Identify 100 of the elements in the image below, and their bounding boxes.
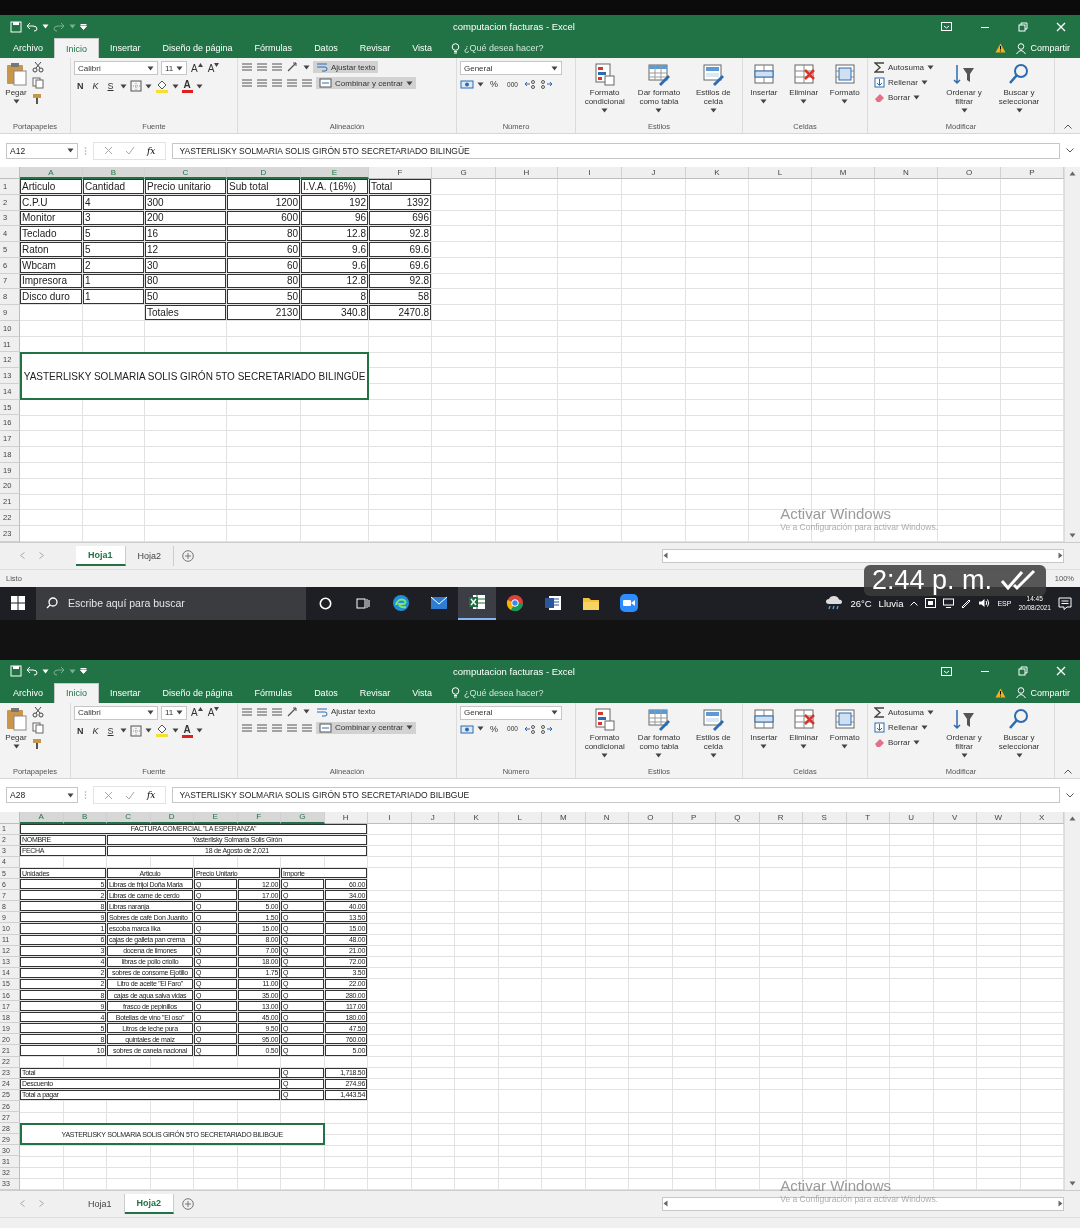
speaker-icon[interactable] [978,598,991,609]
sheet-tab[interactable]: Hoja1 [76,1193,125,1214]
share-button[interactable]: Compartir [1012,687,1074,699]
ribbon-tab[interactable]: Inicio [54,682,100,703]
caret-icon[interactable] [144,83,152,89]
insert-function-button[interactable]: fx [147,790,156,801]
bold-button[interactable]: N [74,725,87,736]
horizontal-scrollbar[interactable] [662,1196,1064,1211]
caret-icon[interactable] [67,792,74,798]
caret-icon[interactable] [171,83,179,89]
caret-icon[interactable] [147,65,154,71]
caret-icon[interactable] [709,108,717,114]
paste-button[interactable]: Pegar [3,705,29,750]
save-icon[interactable] [10,20,22,33]
caret-icon[interactable] [760,743,768,749]
borders-icon[interactable] [129,80,142,92]
ribbon-tab[interactable]: Revisar [348,682,402,703]
edge-browser-icon[interactable] [392,594,410,613]
caret-icon[interactable] [800,99,808,105]
ribbon-tab[interactable]: Datos [303,38,349,58]
cells-button[interactable]: Eliminar [787,61,821,106]
caret-icon[interactable] [42,668,49,674]
number-format-field[interactable]: General [460,61,562,75]
column-header[interactable]: H [496,167,558,179]
orientation-icon[interactable] [286,706,300,717]
caret-icon[interactable] [42,24,49,29]
scroll-right-icon[interactable] [1058,1200,1063,1208]
column-header[interactable]: J [622,167,686,179]
add-sheet-icon[interactable] [182,1197,195,1210]
ribbon-tab[interactable]: Inicio [54,38,100,58]
underline-button[interactable]: S [104,81,117,91]
windows-logo-icon[interactable] [11,596,25,611]
caret-icon[interactable] [195,728,203,734]
column-header[interactable]: A [20,167,83,179]
column-header[interactable]: L [749,167,812,179]
percent-button[interactable]: % [487,723,501,734]
folder-icon[interactable] [582,595,600,611]
sheet-tab[interactable]: Hoja2 [125,545,175,566]
copy-icon[interactable] [32,721,44,734]
video-camera-icon[interactable] [620,594,638,613]
column-header[interactable]: B [83,167,145,179]
tray-app-icon[interactable] [925,598,937,609]
insert-function-button[interactable]: fx [147,145,156,156]
ribbon-tab[interactable]: Insertar [99,682,152,703]
cells-button[interactable]: Insertar [748,705,780,750]
caret-icon[interactable] [601,753,609,758]
caret-icon[interactable] [176,65,183,71]
collapse-ribbon-icon[interactable] [1064,124,1072,129]
ribbon-display-icon[interactable] [941,22,952,31]
horizontal-scrollbar[interactable] [662,548,1064,563]
column-header[interactable]: G [432,167,496,179]
styles-button[interactable]: Estilos de celda [689,61,738,115]
cells-button[interactable]: Insertar [748,61,780,106]
merge-center-button[interactable]: Combinar y centrar [316,721,417,734]
font-size-field[interactable]: 11 [161,705,187,720]
caret-icon[interactable] [176,710,183,716]
caret-icon[interactable] [1015,753,1023,758]
sort-filter-button[interactable]: Ordenar y filtrar [940,705,989,759]
caret-icon[interactable] [551,710,558,716]
underline-button[interactable]: S [104,725,117,736]
caret-icon[interactable] [913,95,921,100]
caret-icon[interactable] [920,724,928,730]
caret-icon[interactable] [171,728,179,734]
scroll-down-icon[interactable] [1069,1180,1076,1186]
caret-icon[interactable] [477,726,484,732]
caret-icon[interactable] [406,80,414,86]
clipboard-icon[interactable] [5,706,27,731]
ribbon-tab[interactable]: Datos [303,682,349,703]
ribbon-tab[interactable]: Diseño de página [151,682,244,703]
cells-button[interactable]: Formato [827,61,862,106]
caret-icon[interactable] [841,99,849,105]
customize-icon[interactable] [80,668,87,675]
caret-icon[interactable] [800,743,808,749]
caret-icon[interactable] [195,83,203,89]
caret-icon[interactable] [1015,108,1023,114]
scroll-up-icon[interactable] [1069,815,1076,821]
column-header[interactable]: I [558,167,622,179]
ribbon-display-icon[interactable] [941,666,952,676]
formula-field[interactable]: YASTERLISKY SOLMARIA SOLIS GIRÓN 5TO SECRETARIADO BILIBGUE [172,787,1060,804]
increase-decimal-icon[interactable] [523,723,537,734]
styles-button[interactable]: Dar formato como tabla [635,61,683,115]
bold-button[interactable]: N [74,81,87,91]
autosum-button[interactable]: Autosuma [871,705,938,719]
column-header[interactable]: C [145,167,227,179]
caret-icon[interactable] [119,83,127,89]
expand-icon[interactable] [1066,792,1074,798]
orientation-icon[interactable] [286,62,300,72]
currency-icon[interactable] [460,723,474,734]
caret-icon[interactable] [709,753,717,758]
collapse-ribbon-icon[interactable] [1064,768,1072,774]
sort-filter-button[interactable]: Ordenar y filtrar [940,61,989,115]
undo-icon[interactable] [26,21,38,32]
wrap-text-button[interactable]: Ajustar texto [313,61,379,73]
close-icon[interactable] [1056,21,1066,32]
italic-button[interactable]: K [89,81,102,91]
caret-icon[interactable] [960,753,968,758]
currency-icon[interactable] [460,79,474,89]
paste-button[interactable]: Pegar [3,61,29,106]
undo-icon[interactable] [26,666,38,677]
column-header[interactable]: D [227,167,301,179]
